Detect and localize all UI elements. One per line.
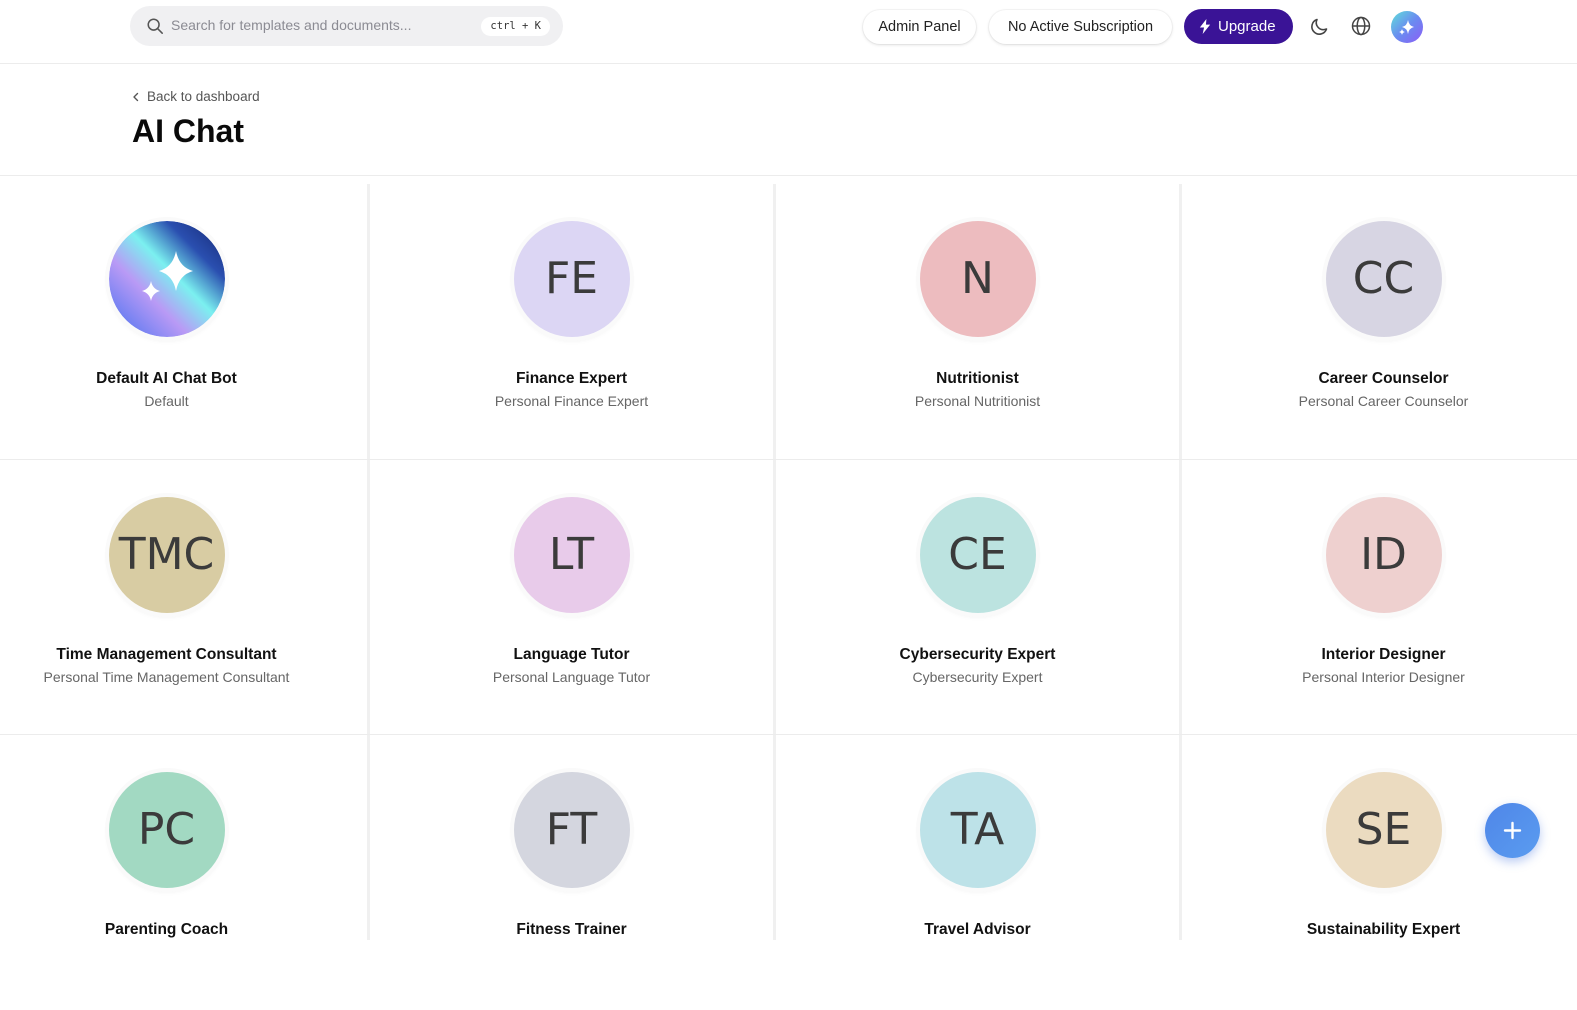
bot-name: Parenting Coach <box>104 921 229 938</box>
subscription-button[interactable]: No Active Subscription <box>989 10 1172 44</box>
sparkle-icon <box>1399 20 1414 35</box>
top-bar: Search for templates and documents... ct… <box>0 0 1577 64</box>
page-title: AI Chat <box>132 113 244 149</box>
bot-name: Interior Designer <box>1321 646 1446 663</box>
bot-card[interactable]: TMC Time Management Consultant Personal … <box>0 460 333 735</box>
bot-name: Career Counselor <box>1318 370 1449 387</box>
search-icon <box>147 18 163 34</box>
bot-avatar: CE <box>919 497 1036 613</box>
bot-name: Language Tutor <box>513 646 630 663</box>
search-bar[interactable]: Search for templates and documents... ct… <box>130 6 563 46</box>
bot-avatar: TMC <box>108 497 225 613</box>
bot-name: Fitness Trainer <box>516 921 627 938</box>
bot-card[interactable]: FT Fitness Trainer <box>370 735 773 1010</box>
bot-name: Default AI Chat Bot <box>96 370 237 387</box>
bot-role: Personal Interior Designer <box>1302 669 1465 685</box>
bot-role: Personal Time Management Consultant <box>43 669 290 685</box>
search-shortcut: ctrl + K <box>481 17 550 36</box>
sparkle-icon <box>108 221 225 337</box>
bot-role: Personal Finance Expert <box>494 393 649 409</box>
bot-name: Travel Advisor <box>924 921 1031 938</box>
bot-avatar: TA <box>919 772 1036 888</box>
bot-card[interactable]: LT Language Tutor Personal Language Tuto… <box>370 460 773 735</box>
bot-name: Time Management Consultant <box>56 646 277 663</box>
bot-avatar: SE <box>1325 772 1442 888</box>
bot-card[interactable]: PC Parenting Coach <box>0 735 333 1010</box>
page-header: Back to dashboard AI Chat <box>0 65 1577 176</box>
bot-name: Sustainability Expert <box>1306 921 1461 938</box>
bot-avatar: N <box>919 221 1036 337</box>
back-link[interactable]: Back to dashboard <box>131 89 260 104</box>
bot-avatar: CC <box>1325 221 1442 337</box>
globe-icon[interactable] <box>1350 15 1372 37</box>
bot-role: Default <box>144 393 189 409</box>
bot-card[interactable]: CE Cybersecurity Expert Cybersecurity Ex… <box>776 460 1179 735</box>
upgrade-label: Upgrade <box>1218 18 1276 35</box>
bot-role: Personal Career Counselor <box>1298 393 1469 409</box>
bot-name: Nutritionist <box>936 370 1019 387</box>
bot-role: Personal Language Tutor <box>492 669 651 685</box>
bot-role: Cybersecurity Expert <box>912 669 1043 685</box>
bot-card[interactable]: ID Interior Designer Personal Interior D… <box>1182 460 1577 735</box>
bot-card[interactable]: SE Sustainability Expert <box>1182 735 1577 1010</box>
search-placeholder: Search for templates and documents... <box>171 17 412 33</box>
dark-mode-icon[interactable] <box>1309 15 1331 37</box>
bot-card[interactable]: N Nutritionist Personal Nutritionist <box>776 184 1179 459</box>
bot-avatar <box>108 221 225 337</box>
bot-name: Finance Expert <box>515 370 628 387</box>
back-label: Back to dashboard <box>147 89 260 104</box>
bot-avatar: ID <box>1325 497 1442 613</box>
bot-avatar: FT <box>513 772 630 888</box>
bot-avatar: PC <box>108 772 225 888</box>
bot-card[interactable]: CC Career Counselor Personal Career Coun… <box>1182 184 1577 459</box>
bot-card[interactable]: TA Travel Advisor <box>776 735 1179 1010</box>
upgrade-button[interactable]: Upgrade <box>1184 9 1293 44</box>
bot-avatar: FE <box>513 221 630 337</box>
add-chat-button[interactable] <box>1485 803 1540 858</box>
bot-card-default[interactable]: Default AI Chat Bot Default <box>0 184 333 459</box>
bot-card[interactable]: FE Finance Expert Personal Finance Exper… <box>370 184 773 459</box>
bot-grid: Default AI Chat Bot Default FE Finance E… <box>0 184 1577 940</box>
chevron-left-icon <box>133 92 139 102</box>
bolt-icon <box>1199 19 1211 34</box>
user-avatar[interactable] <box>1391 11 1423 43</box>
plus-icon <box>1503 821 1522 840</box>
bot-name: Cybersecurity Expert <box>899 646 1056 663</box>
bot-role: Personal Nutritionist <box>914 393 1041 409</box>
bot-avatar: LT <box>513 497 630 613</box>
admin-panel-button[interactable]: Admin Panel <box>863 10 976 44</box>
